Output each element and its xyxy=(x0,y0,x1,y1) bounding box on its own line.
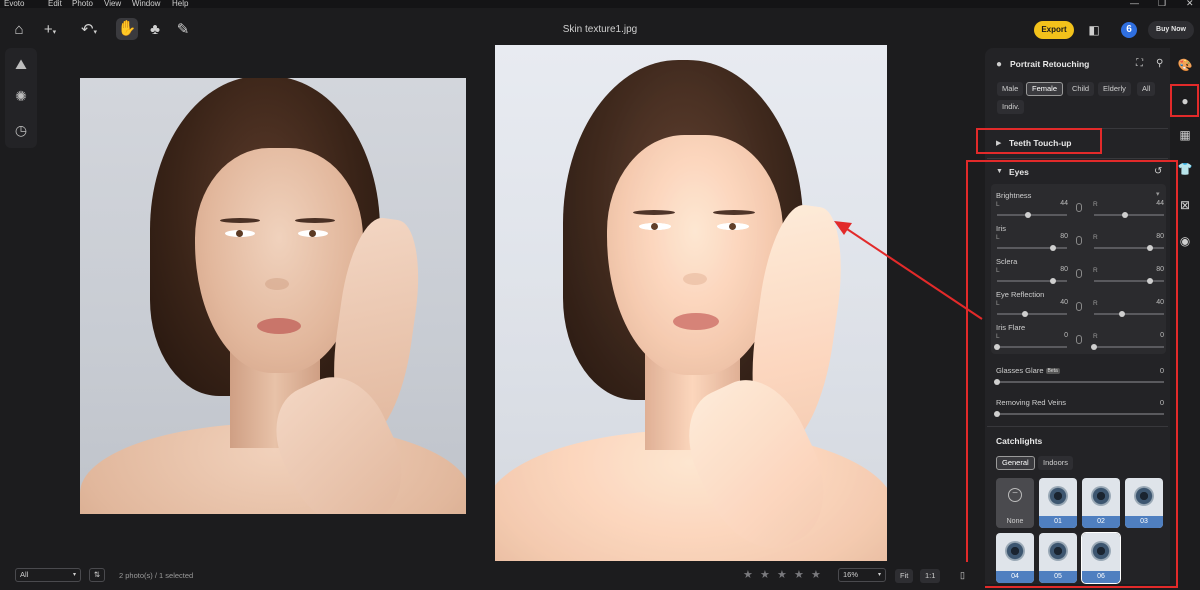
background-icon[interactable]: ▦ xyxy=(1170,128,1200,142)
zoom-select[interactable]: 16% ▾ xyxy=(838,568,886,582)
sort-icon[interactable]: ⇅ xyxy=(89,568,105,582)
original-photo[interactable] xyxy=(80,78,466,514)
filter-select[interactable]: All ▾ xyxy=(15,568,81,582)
one-to-one-button[interactable]: 1:1 xyxy=(920,569,941,583)
menu-edit[interactable]: Edit xyxy=(48,0,62,8)
effects-icon[interactable]: ✺ xyxy=(5,88,37,105)
left-tool-panel: ⛰ ✺ ◷ xyxy=(5,48,37,148)
panel-title: Portrait Retouching xyxy=(1010,59,1090,69)
credits-badge[interactable]: 6 xyxy=(1121,22,1137,38)
highlight-eyes-section xyxy=(966,160,1178,588)
face-select-icon[interactable]: ⛶ xyxy=(1136,58,1143,69)
menu-view[interactable]: View xyxy=(104,0,121,8)
tab-child[interactable]: Child xyxy=(1067,82,1095,96)
close-icon[interactable]: ✕ xyxy=(1186,0,1194,8)
menu-photo[interactable]: Photo xyxy=(72,0,93,8)
minimize-icon[interactable]: — xyxy=(1130,0,1139,8)
menu-window[interactable]: Window xyxy=(132,0,160,8)
tab-all[interactable]: All xyxy=(1137,82,1156,96)
palette-icon[interactable]: 🎨 xyxy=(1170,58,1200,72)
rating-star-4[interactable]: ★ xyxy=(794,568,804,581)
person-icon[interactable]: ⚲ xyxy=(1156,58,1163,69)
maximize-icon[interactable]: ❐ xyxy=(1158,0,1166,8)
app-name: Evoto xyxy=(4,0,25,8)
export-button[interactable]: Export xyxy=(1034,21,1074,39)
selection-status: 2 photo(s) / 1 selected xyxy=(119,571,194,580)
rating-star-3[interactable]: ★ xyxy=(777,568,787,581)
fit-button[interactable]: Fit xyxy=(895,569,914,583)
file-title: Skin texture1.jpg xyxy=(562,24,638,35)
toolbar: ⌂ +▾ ↶▾ ✋ ♣ ✎ Skin texture1.jpg Export ◧… xyxy=(0,8,1200,48)
menu-help[interactable]: Help xyxy=(172,0,188,8)
panel-toggle-icon[interactable]: ▯ xyxy=(960,570,965,581)
bottom-bar: All ▾ ⇅ 2 photo(s) / 1 selected ★ ★ ★ ★ ★… xyxy=(0,562,985,590)
rating-star-5[interactable]: ★ xyxy=(811,568,821,581)
highlight-portrait-module xyxy=(1170,84,1199,117)
compare-icon[interactable]: ◧ xyxy=(1084,20,1104,40)
rating-star-2[interactable]: ★ xyxy=(760,568,770,581)
retouched-photo[interactable] xyxy=(495,45,887,561)
menubar: Evoto Edit Photo View Window Help — ❐ ✕ xyxy=(0,0,1200,8)
tab-indiv[interactable]: Indiv. xyxy=(997,100,1025,114)
highlight-teeth-touch-up xyxy=(976,128,1102,154)
tab-female[interactable]: Female xyxy=(1026,82,1064,96)
rating-star-1[interactable]: ★ xyxy=(743,568,753,581)
face-icon: ● xyxy=(996,59,1003,70)
tab-male[interactable]: Male xyxy=(997,82,1024,96)
history-icon[interactable]: ◷ xyxy=(5,122,37,139)
tab-elderly[interactable]: Elderly xyxy=(1098,82,1131,96)
buy-now-button[interactable]: Buy Now xyxy=(1148,21,1194,39)
auto-adjust-icon[interactable]: ⛰ xyxy=(5,56,37,73)
